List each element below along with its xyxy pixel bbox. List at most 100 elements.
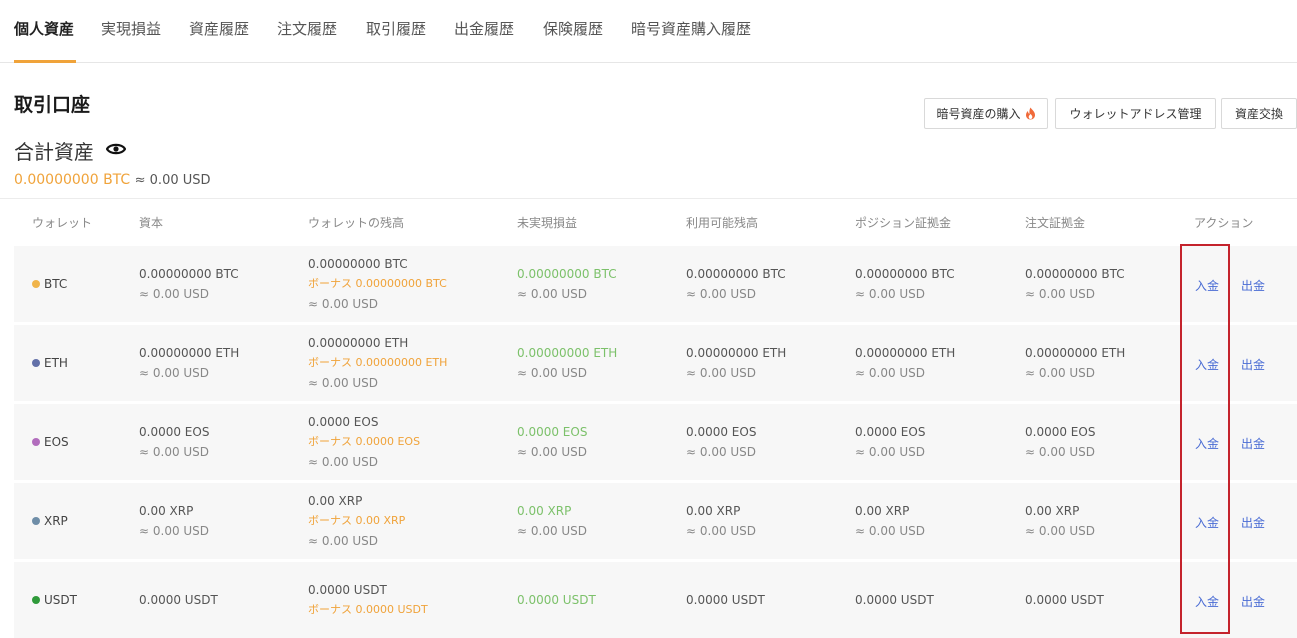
pnl-cell: 0.00000000 BTC ≈ 0.00 USD	[517, 264, 617, 304]
position-margin-usd: ≈ 0.00 USD	[855, 445, 926, 459]
capital-cell: 0.00 XRP ≈ 0.00 USD	[139, 501, 209, 541]
eye-icon[interactable]	[106, 142, 126, 156]
position-margin-usd: ≈ 0.00 USD	[855, 287, 926, 301]
tab-trade-history[interactable]: 取引履歴	[366, 18, 426, 39]
available-cell: 0.00000000 BTC ≈ 0.00 USD	[686, 264, 786, 304]
available-value: 0.0000 USDT	[686, 593, 765, 607]
bonus-value: ボーナス 0.00 XRP	[308, 514, 406, 527]
order-margin-usd: ≈ 0.00 USD	[1025, 366, 1096, 380]
balance-cell: 0.00000000 BTC ボーナス 0.00000000 BTC ≈ 0.0…	[308, 254, 447, 314]
capital-usd: ≈ 0.00 USD	[139, 445, 210, 459]
wallet-cell: USDT	[32, 590, 77, 610]
total-btc: 0.00000000 BTC	[14, 172, 131, 188]
order-margin-cell: 0.00000000 ETH ≈ 0.00 USD	[1025, 343, 1125, 383]
wallet-address-button[interactable]: ウォレットアドレス管理	[1055, 98, 1216, 129]
withdraw-link[interactable]: 出金	[1241, 435, 1265, 452]
available-value: 0.0000 EOS	[686, 425, 757, 439]
order-margin-value: 0.00000000 ETH	[1025, 346, 1126, 360]
balance-value: 0.0000 USDT	[308, 583, 387, 597]
available-usd: ≈ 0.00 USD	[686, 366, 757, 380]
tab-insurance-history[interactable]: 保険履歴	[543, 18, 603, 39]
coin-name: USDT	[44, 593, 77, 607]
wallet-cell: BTC	[32, 274, 67, 294]
order-margin-value: 0.00 XRP	[1025, 504, 1080, 518]
table-row: XRP 0.00 XRP ≈ 0.00 USD 0.00 XRP ボーナス 0.…	[14, 483, 1297, 559]
withdraw-link[interactable]: 出金	[1241, 593, 1265, 610]
asset-exchange-label: 資産交換	[1234, 107, 1283, 121]
pnl-cell: 0.00000000 ETH ≈ 0.00 USD	[517, 343, 617, 383]
pnl-usd: ≈ 0.00 USD	[517, 366, 588, 380]
position-margin-cell: 0.00 XRP ≈ 0.00 USD	[855, 501, 925, 541]
col-capital: 資本	[139, 216, 164, 230]
position-margin-value: 0.00000000 ETH	[855, 346, 956, 360]
withdraw-link[interactable]: 出金	[1241, 514, 1265, 531]
pnl-value: 0.00 XRP	[517, 504, 572, 518]
col-wallet-balance: ウォレットの残高	[308, 216, 405, 230]
position-margin-cell: 0.00000000 ETH ≈ 0.00 USD	[855, 343, 955, 383]
tab-realized-pnl[interactable]: 実現損益	[101, 18, 161, 39]
position-margin-value: 0.0000 USDT	[855, 593, 934, 607]
wallet-address-label: ウォレットアドレス管理	[1069, 107, 1202, 121]
col-available-balance: 利用可能残高	[686, 216, 759, 230]
balance-cell: 0.0000 EOS ボーナス 0.0000 EOS ≈ 0.00 USD	[308, 412, 420, 472]
wallet-cell: EOS	[32, 432, 69, 452]
pnl-cell: 0.0000 USDT	[517, 590, 596, 610]
total-usd: ≈ 0.00 USD	[134, 173, 211, 188]
available-cell: 0.0000 EOS ≈ 0.00 USD	[686, 422, 756, 462]
coin-dot	[32, 437, 40, 446]
buy-crypto-button[interactable]: 暗号資産の購入	[924, 98, 1048, 129]
pnl-value: 0.00000000 ETH	[517, 346, 618, 360]
order-margin-cell: 0.0000 EOS ≈ 0.00 USD	[1025, 422, 1095, 462]
table-row: ETH 0.00000000 ETH ≈ 0.00 USD 0.00000000…	[14, 325, 1297, 401]
position-margin-cell: 0.00000000 BTC ≈ 0.00 USD	[855, 264, 955, 304]
available-cell: 0.00 XRP ≈ 0.00 USD	[686, 501, 756, 541]
order-margin-cell: 0.0000 USDT	[1025, 590, 1104, 610]
tab-personal-assets[interactable]: 個人資産	[14, 18, 74, 39]
asset-exchange-button[interactable]: 資産交換	[1221, 98, 1297, 129]
balance-cell: 0.0000 USDT ボーナス 0.0000 USDT	[308, 580, 428, 620]
coin-name: EOS	[44, 435, 69, 449]
capital-usd: ≈ 0.00 USD	[139, 366, 210, 380]
capital-cell: 0.00000000 BTC ≈ 0.00 USD	[139, 264, 239, 304]
capital-cell: 0.0000 USDT	[139, 590, 218, 610]
pnl-cell: 0.0000 EOS ≈ 0.00 USD	[517, 422, 587, 462]
col-position-margin: ポジション証拠金	[855, 216, 952, 230]
balance-cell: 0.00 XRP ボーナス 0.00 XRP ≈ 0.00 USD	[308, 491, 405, 551]
position-margin-cell: 0.0000 USDT	[855, 590, 934, 610]
table-row: EOS 0.0000 EOS ≈ 0.00 USD 0.0000 EOS ボーナ…	[14, 404, 1297, 480]
balance-usd: ≈ 0.00 USD	[308, 297, 379, 311]
withdraw-link[interactable]: 出金	[1241, 356, 1265, 373]
available-cell: 0.0000 USDT	[686, 590, 765, 610]
bonus-value: ボーナス 0.00000000 BTC	[308, 277, 447, 290]
tab-crypto-purchase-history[interactable]: 暗号資産購入履歴	[631, 18, 751, 39]
available-usd: ≈ 0.00 USD	[686, 524, 757, 538]
coin-name: ETH	[44, 356, 68, 370]
bonus-value: ボーナス 0.0000 USDT	[308, 603, 428, 616]
balance-value: 0.00000000 BTC	[308, 257, 408, 271]
order-margin-value: 0.0000 USDT	[1025, 593, 1104, 607]
tab-asset-history[interactable]: 資産履歴	[189, 18, 249, 39]
pnl-value: 0.00000000 BTC	[517, 267, 617, 281]
history-tabs: 個人資産 実現損益 資産履歴 注文履歴 取引履歴 出金履歴 保険履歴 暗号資産購…	[0, 0, 1297, 63]
order-margin-usd: ≈ 0.00 USD	[1025, 524, 1096, 538]
buy-crypto-label: 暗号資産の購入	[936, 107, 1021, 121]
order-margin-value: 0.0000 EOS	[1025, 425, 1096, 439]
coin-name: BTC	[44, 277, 68, 291]
coin-dot	[32, 595, 40, 604]
pnl-usd: ≈ 0.00 USD	[517, 524, 588, 538]
pnl-value: 0.0000 EOS	[517, 425, 588, 439]
withdraw-link[interactable]: 出金	[1241, 277, 1265, 294]
col-unrealized-pnl: 未実現損益	[517, 216, 578, 230]
available-usd: ≈ 0.00 USD	[686, 445, 757, 459]
order-margin-usd: ≈ 0.00 USD	[1025, 287, 1096, 301]
tab-withdrawal-history[interactable]: 出金履歴	[454, 18, 514, 39]
tab-order-history[interactable]: 注文履歴	[277, 18, 337, 39]
pnl-usd: ≈ 0.00 USD	[517, 287, 588, 301]
coin-dot	[32, 358, 40, 367]
position-margin-value: 0.0000 EOS	[855, 425, 926, 439]
available-value: 0.00 XRP	[686, 504, 741, 518]
order-margin-cell: 0.00000000 BTC ≈ 0.00 USD	[1025, 264, 1125, 304]
pnl-usd: ≈ 0.00 USD	[517, 445, 588, 459]
table-row: USDT 0.0000 USDT 0.0000 USDT ボーナス 0.0000…	[14, 562, 1297, 638]
available-usd: ≈ 0.00 USD	[686, 287, 757, 301]
